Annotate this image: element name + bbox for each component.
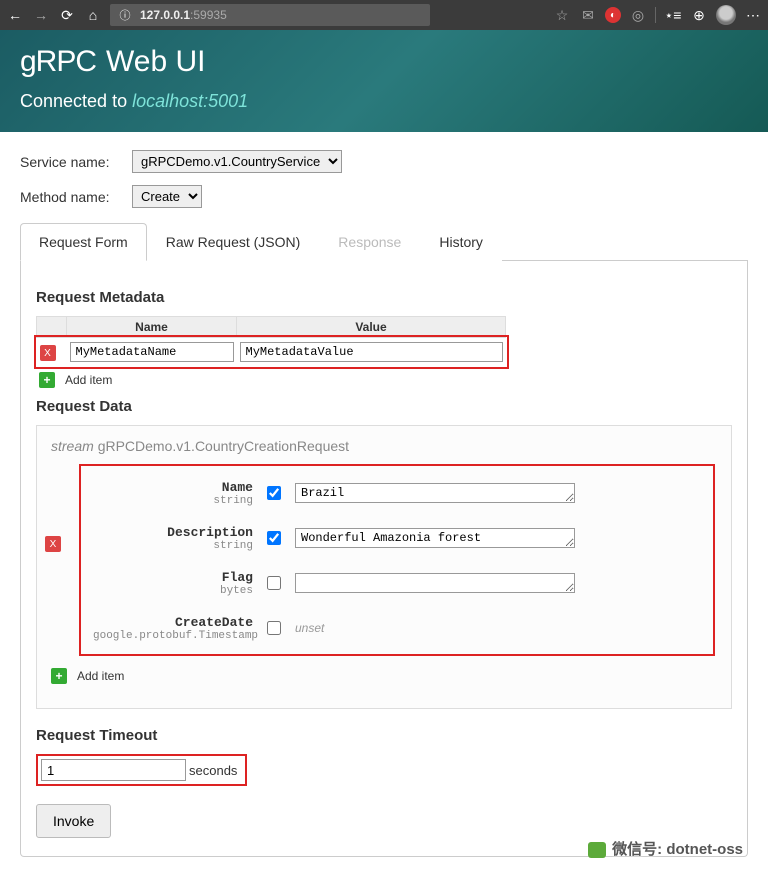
field-name-input[interactable]	[295, 483, 575, 503]
profile-avatar[interactable]	[716, 5, 736, 25]
target-icon[interactable]: ◎	[629, 6, 647, 24]
col-name: Name	[67, 317, 237, 338]
request-item: X Name string Description string	[81, 466, 713, 654]
back-icon[interactable]: ←	[6, 6, 24, 24]
field-type-label: string	[93, 495, 253, 507]
star-icon[interactable]: ☆	[553, 6, 571, 24]
field-flag-label: Flag	[222, 570, 253, 585]
field-createdate-label: CreateDate	[175, 615, 253, 630]
blocker-icon[interactable]: ◐	[605, 7, 621, 23]
refresh-icon[interactable]: ⟳	[58, 6, 76, 24]
field-createdate-checkbox[interactable]	[267, 621, 281, 635]
field-description-label: Description	[167, 525, 253, 540]
connected-host: localhost:5001	[132, 91, 248, 111]
stream-keyword: stream	[51, 438, 94, 454]
metadata-name-input[interactable]	[70, 342, 234, 362]
metadata-row: X	[37, 338, 506, 367]
tab-request-form[interactable]: Request Form	[20, 223, 147, 261]
wechat-icon	[588, 842, 606, 858]
timeout-unit: seconds	[186, 763, 242, 778]
service-name-label: Service name:	[20, 154, 120, 170]
field-flag-input[interactable]	[295, 573, 575, 593]
field-description-input[interactable]	[295, 528, 575, 548]
metadata-value-input[interactable]	[240, 342, 503, 362]
request-data-box: stream gRPCDemo.v1.CountryCreationReques…	[36, 425, 732, 709]
address-bar[interactable]: ⓘ 127.0.0.1:59935	[110, 4, 430, 26]
field-type-label: google.protobuf.Timestamp	[93, 630, 253, 642]
stream-type: gRPCDemo.v1.CountryCreationRequest	[98, 438, 349, 454]
field-flag-checkbox[interactable]	[267, 576, 281, 590]
field-description-checkbox[interactable]	[267, 531, 281, 545]
tab-response: Response	[319, 223, 420, 261]
request-panel: Request Metadata Name Value X + Add item…	[20, 261, 748, 857]
field-name-checkbox[interactable]	[267, 486, 281, 500]
add-item-button[interactable]: +	[51, 668, 67, 684]
mail-icon[interactable]: ✉	[579, 6, 597, 24]
watermark: 微信号: dotnet-oss	[588, 838, 743, 859]
add-item-label: Add item	[77, 669, 124, 683]
info-icon[interactable]: ⓘ	[116, 6, 134, 24]
app-header: gRPC Web UI Connected to localhost:5001	[0, 30, 768, 132]
field-name-label: Name	[222, 480, 253, 495]
favorites-icon[interactable]: ⋆≡	[664, 6, 682, 24]
tab-history[interactable]: History	[420, 223, 502, 261]
collections-icon[interactable]: ⊕	[690, 6, 708, 24]
timeout-field: seconds	[36, 754, 247, 786]
app-title: Web UI	[106, 45, 205, 79]
delete-item-button[interactable]: X	[45, 536, 61, 552]
divider	[655, 7, 656, 23]
delete-metadata-button[interactable]: X	[40, 345, 56, 361]
field-type-label: string	[93, 540, 253, 552]
invoke-button[interactable]: Invoke	[36, 804, 111, 838]
url-text: 127.0.0.1:59935	[140, 8, 227, 22]
forward-icon: →	[32, 6, 50, 24]
service-name-select[interactable]: gRPCDemo.v1.CountryService	[132, 150, 342, 173]
browser-toolbar: ← → ⟳ ⌂ ⓘ 127.0.0.1:59935 ☆ ✉ ◐ ◎ ⋆≡ ⊕ ⋯	[0, 0, 768, 30]
connected-label: Connected to	[20, 91, 127, 111]
metadata-table: Name Value X	[36, 316, 506, 366]
timeout-title: Request Timeout	[36, 727, 732, 744]
timeout-input[interactable]	[41, 759, 186, 781]
grpc-logo: gRPC	[20, 45, 96, 79]
home-icon[interactable]: ⌂	[84, 6, 102, 24]
data-title: Request Data	[36, 398, 732, 415]
tab-raw-request[interactable]: Raw Request (JSON)	[147, 223, 320, 261]
method-name-select[interactable]: Create	[132, 185, 202, 208]
field-createdate-unset: unset	[295, 621, 324, 635]
metadata-title: Request Metadata	[36, 289, 732, 306]
field-type-label: bytes	[93, 585, 253, 597]
method-name-label: Method name:	[20, 189, 120, 205]
more-icon[interactable]: ⋯	[744, 6, 762, 24]
add-metadata-label: Add item	[65, 373, 112, 387]
tabs: Request Form Raw Request (JSON) Response…	[20, 223, 748, 261]
add-metadata-button[interactable]: +	[39, 372, 55, 388]
col-value: Value	[237, 317, 506, 338]
